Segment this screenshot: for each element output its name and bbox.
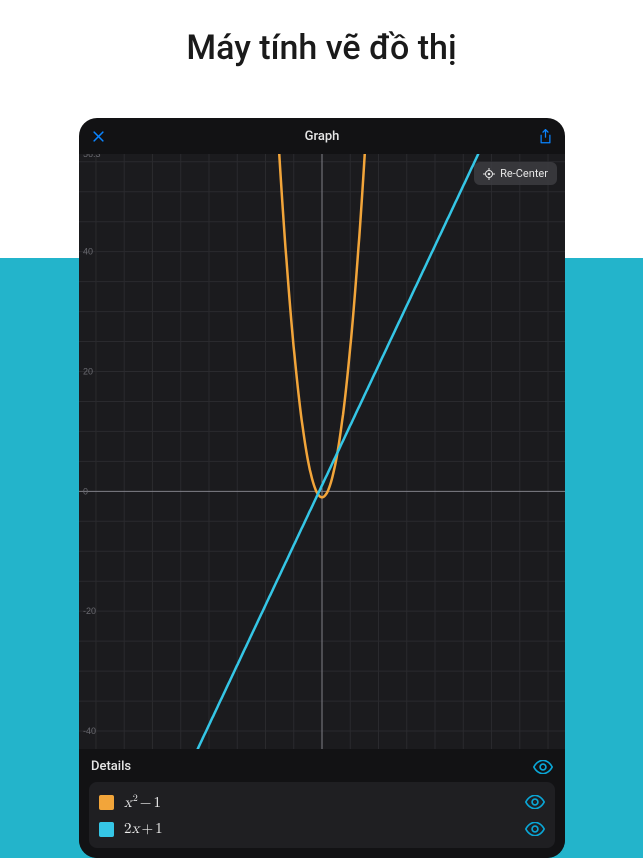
equation-expression: x2−1: [124, 792, 515, 812]
svg-text:20: 20: [83, 367, 93, 377]
equation-row[interactable]: x2−1: [97, 788, 547, 816]
titlebar: Graph: [79, 118, 565, 154]
graph-canvas[interactable]: 56.3 40 20 0 -20 -40 Re-Center: [79, 154, 565, 749]
page-title: Máy tính vẽ đồ thị: [0, 0, 643, 94]
svg-text:-40: -40: [83, 726, 96, 736]
svg-text:0: 0: [83, 486, 88, 496]
app-window: Graph 56.3 40 20 0 -20 -40 Re-Center Details …: [79, 118, 565, 858]
svg-text:56.3: 56.3: [83, 154, 101, 159]
details-title: Details: [91, 759, 131, 774]
close-icon[interactable]: [91, 129, 106, 144]
eye-icon[interactable]: [533, 760, 553, 774]
eye-icon[interactable]: [525, 795, 545, 809]
recenter-button[interactable]: Re-Center: [474, 162, 557, 185]
equation-expression: 2x+1: [124, 820, 515, 838]
recenter-label: Re-Center: [500, 167, 548, 180]
color-swatch: [99, 795, 114, 810]
color-swatch: [99, 822, 114, 837]
equation-row[interactable]: 2x+1: [97, 816, 547, 842]
window-title: Graph: [119, 129, 525, 144]
svg-text:40: 40: [83, 247, 93, 257]
svg-text:-20: -20: [83, 606, 96, 616]
details-panel: Details x2−1 2x+1: [79, 749, 565, 858]
eye-icon[interactable]: [525, 822, 545, 836]
share-icon[interactable]: [538, 128, 553, 145]
equation-list: x2−1 2x+1: [89, 782, 555, 848]
